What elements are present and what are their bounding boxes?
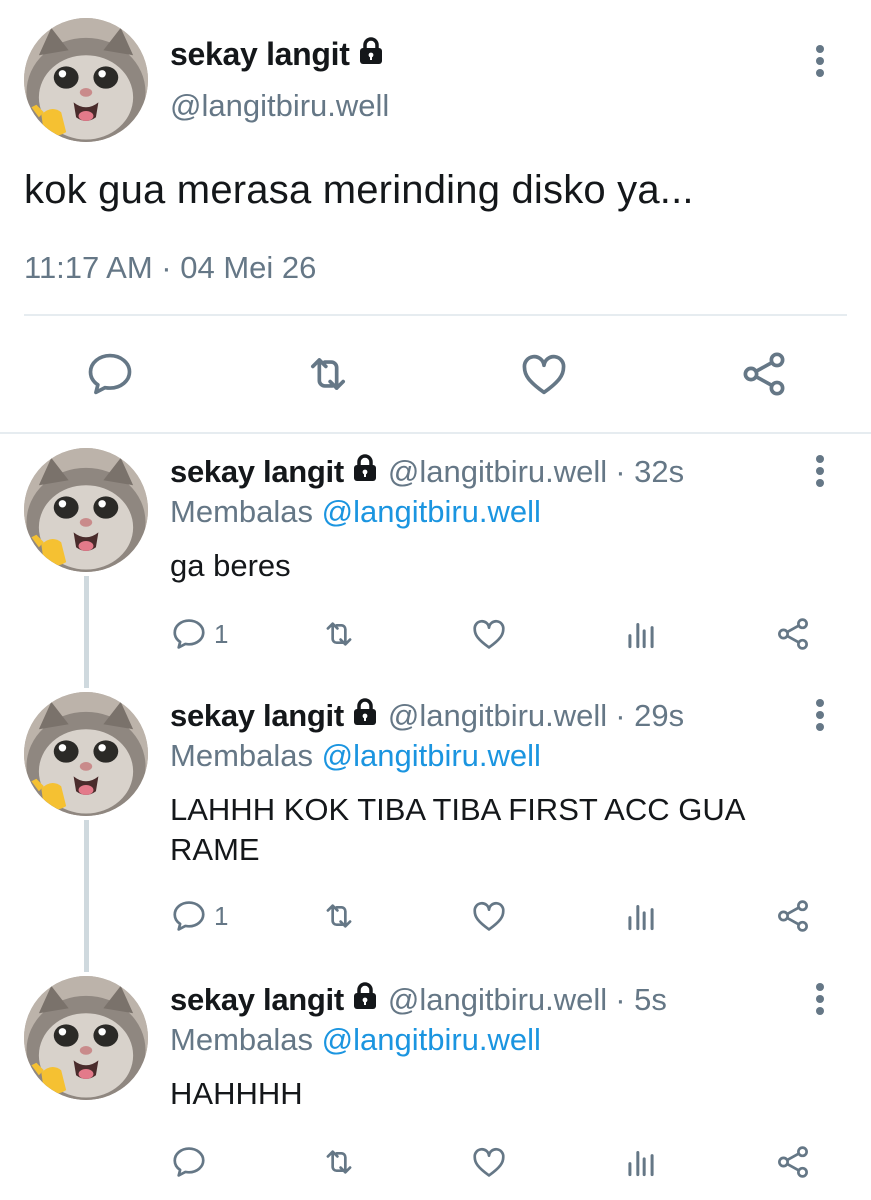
share-button[interactable] — [738, 348, 790, 400]
retweet-button[interactable] — [320, 894, 358, 938]
more-vertical-icon[interactable] — [814, 980, 826, 1020]
reply-icon — [173, 1147, 205, 1177]
reply-header: sekay langit @langitbiru.well · 29s — [170, 698, 684, 734]
retweet-button[interactable] — [320, 1140, 358, 1184]
replying-to: Membalas @langitbiru.well — [170, 1022, 541, 1058]
replying-to: Membalas @langitbiru.well — [170, 738, 541, 774]
author-name[interactable]: sekay langit — [170, 982, 344, 1018]
retweet-icon — [310, 358, 346, 390]
avatar[interactable] — [24, 18, 148, 142]
analytics-button[interactable] — [622, 612, 660, 656]
like-button[interactable] — [470, 612, 508, 656]
like-button[interactable] — [518, 348, 570, 400]
reply-header: sekay langit @langitbiru.well · 32s — [170, 454, 684, 490]
author-handle[interactable]: @langitbiru.well — [388, 982, 607, 1018]
more-vertical-icon[interactable] — [814, 42, 826, 82]
like-button[interactable] — [470, 1140, 508, 1184]
author-handle[interactable]: @langitbiru.well — [170, 88, 389, 124]
tweet-timestamp[interactable]: 11:17 AM · 04 Mei 26 — [24, 250, 316, 286]
divider — [24, 314, 847, 316]
like-icon — [473, 1147, 505, 1177]
like-icon — [473, 619, 505, 649]
like-icon — [473, 901, 505, 931]
analytics-button[interactable] — [622, 1140, 660, 1184]
reply-action-bar: 1 — [170, 612, 830, 656]
mention-link[interactable]: @langitbiru.well — [322, 738, 541, 773]
reply-count: 1 — [214, 900, 229, 931]
reply-text: ga beres — [170, 548, 291, 583]
tweet-thread-page: sekay langit @langitbiru.well kok gua me… — [0, 0, 871, 1200]
replying-label: Membalas — [170, 738, 313, 773]
mention-link[interactable]: @langitbiru.well — [322, 1022, 541, 1057]
lock-icon — [352, 454, 378, 490]
reply-button[interactable]: 1 — [170, 612, 228, 656]
reply-count: 1 — [214, 618, 229, 649]
lock-icon — [358, 36, 384, 73]
reply-action-bar: 1 — [170, 894, 830, 938]
reply-button[interactable] — [170, 1140, 214, 1184]
tweet-text: kok gua merasa merinding disko ya... — [24, 168, 694, 212]
analytics-button[interactable] — [622, 894, 660, 938]
share-icon — [778, 1146, 808, 1178]
reply-icon — [173, 901, 205, 931]
analytics-icon — [628, 1150, 654, 1177]
more-vertical-icon[interactable] — [814, 452, 826, 492]
retweet-icon — [326, 622, 352, 646]
reply-action-bar — [170, 1140, 830, 1184]
avatar[interactable] — [24, 692, 148, 816]
retweet-button[interactable] — [302, 348, 354, 400]
reply-time[interactable]: · 32s — [615, 454, 684, 490]
reply-header: sekay langit @langitbiru.well · 5s — [170, 982, 667, 1018]
author-handle[interactable]: @langitbiru.well — [388, 454, 607, 490]
like-icon — [522, 354, 566, 395]
author-name[interactable]: sekay langit — [170, 698, 344, 734]
analytics-icon — [628, 622, 654, 649]
mention-link[interactable]: @langitbiru.well — [322, 494, 541, 529]
reply-icon — [173, 619, 205, 649]
avatar[interactable] — [24, 448, 148, 572]
divider — [0, 432, 871, 434]
replying-label: Membalas — [170, 1022, 313, 1057]
lock-icon — [352, 698, 378, 734]
avatar[interactable] — [24, 976, 148, 1100]
replying-to: Membalas @langitbiru.well — [170, 494, 541, 530]
share-button[interactable] — [774, 894, 812, 938]
share-icon — [778, 900, 808, 932]
like-button[interactable] — [470, 894, 508, 938]
analytics-icon — [628, 904, 654, 931]
reply-time[interactable]: · 29s — [615, 698, 684, 734]
reply-text: LAHHH KOK TIBA TIBA FIRST ACC GUA RAME — [170, 792, 744, 867]
reply-text: HAHHHH — [170, 1076, 303, 1111]
thread-connector — [84, 820, 89, 972]
lock-icon — [352, 982, 378, 1018]
more-vertical-icon[interactable] — [814, 696, 826, 736]
reply-button[interactable]: 1 — [170, 894, 228, 938]
reply-icon — [88, 353, 132, 395]
retweet-icon — [326, 904, 352, 928]
author-name[interactable]: sekay langit — [170, 454, 344, 490]
replying-label: Membalas — [170, 494, 313, 529]
reply-button[interactable] — [84, 348, 136, 400]
author-handle[interactable]: @langitbiru.well — [388, 698, 607, 734]
retweet-icon — [326, 1150, 352, 1174]
share-button[interactable] — [774, 612, 812, 656]
share-icon — [743, 352, 785, 396]
thread-connector — [84, 576, 89, 688]
author-name-row[interactable]: sekay langit — [170, 36, 384, 73]
reply-time[interactable]: · 5s — [615, 982, 667, 1018]
author-name[interactable]: sekay langit — [170, 36, 350, 73]
share-button[interactable] — [774, 1140, 812, 1184]
retweet-button[interactable] — [320, 612, 358, 656]
share-icon — [778, 618, 808, 650]
